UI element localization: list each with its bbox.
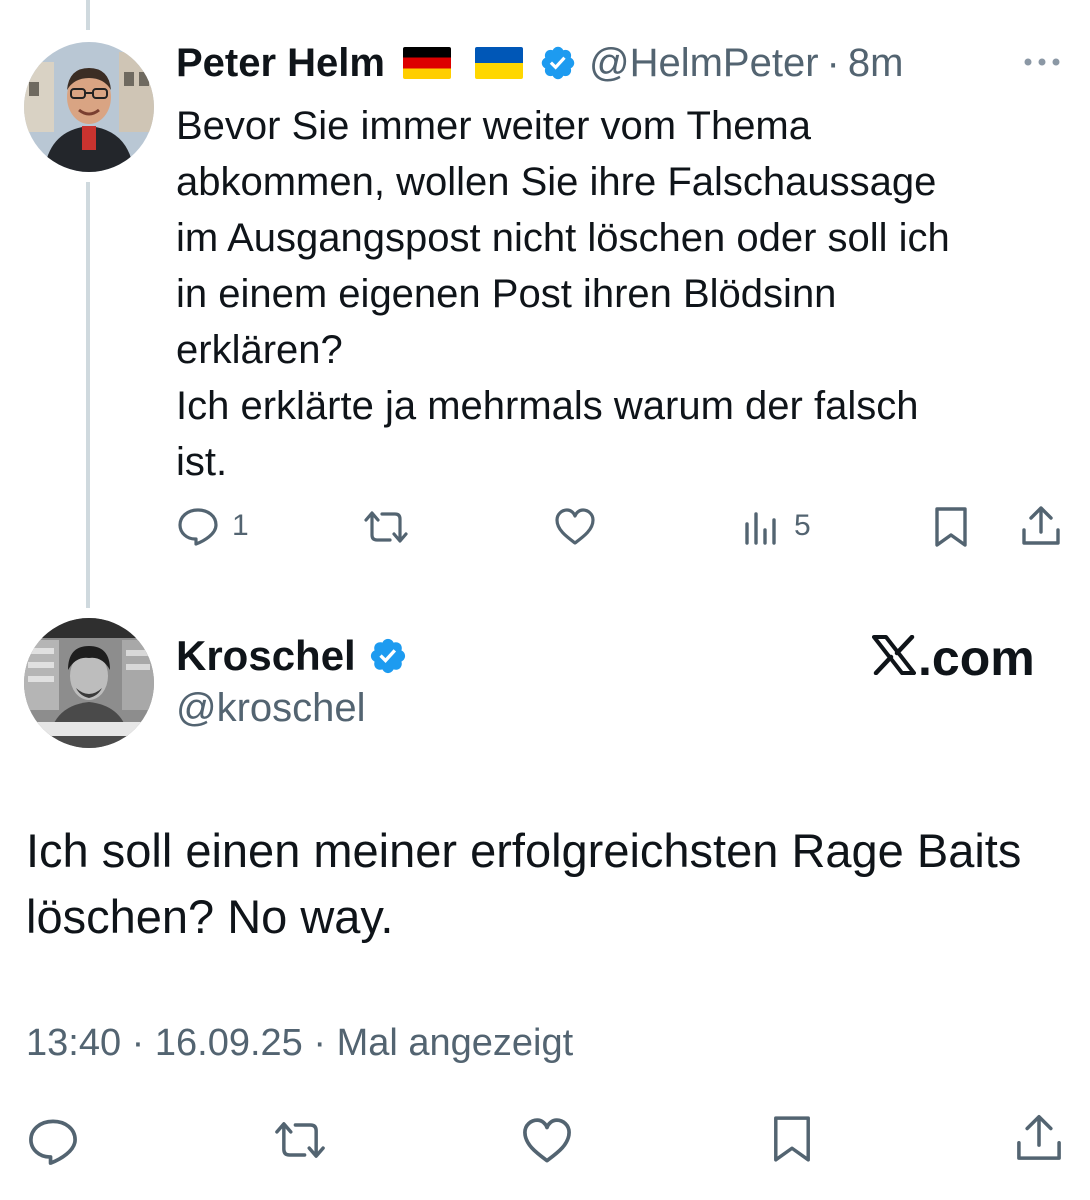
thread-line (86, 182, 90, 608)
ukrainian-flag-icon (474, 47, 523, 79)
like-icon (553, 507, 597, 547)
main-tweet-text: Ich soll einen meiner erfolgreichsten Ra… (26, 818, 1076, 950)
like-icon (520, 1116, 574, 1166)
reply-header: Peter Helm @HelmPeter · 8m (176, 38, 903, 88)
author-name[interactable]: Peter Helm (176, 41, 385, 86)
share-icon (1014, 1112, 1064, 1164)
retweet-button[interactable] (360, 508, 424, 546)
timestamp[interactable]: 8m (848, 41, 904, 86)
views-label: Mal angezeigt (336, 1022, 574, 1064)
retweet-icon (360, 508, 412, 546)
avatar-kroschel[interactable] (24, 618, 154, 748)
views-icon (742, 506, 782, 546)
like-button[interactable] (553, 507, 609, 547)
x-com-watermark: .com (872, 628, 1035, 688)
share-icon (1020, 504, 1062, 548)
more-icon[interactable] (1022, 48, 1062, 76)
thread-line-top (86, 0, 90, 30)
separator-dot: · (313, 1022, 327, 1064)
main-bookmark-button[interactable] (770, 1112, 814, 1166)
reply-count: 1 (232, 509, 249, 542)
reply-button[interactable]: 1 (176, 506, 249, 546)
verified-badge-icon (539, 44, 577, 82)
reply-text-line: in einem eigenen Post ihren Blödsinn (176, 272, 837, 316)
main-like-button[interactable] (520, 1116, 574, 1166)
reply-text-line: abkommen, wollen Sie ihre Falschaussage (176, 160, 937, 204)
views-count: 5 (794, 509, 811, 542)
tweet-meta: 13:40 · 16.09.25 · Mal angezeigt (26, 1022, 573, 1065)
reply-icon (176, 506, 220, 546)
reply-icon (26, 1116, 80, 1166)
verified-badge-icon (368, 636, 408, 676)
author-handle[interactable]: @HelmPeter (589, 41, 819, 86)
main-share-button[interactable] (1014, 1112, 1064, 1164)
german-flag-icon (402, 47, 451, 79)
reply-text-line: Ich erklärte ja mehrmals warum der falsc… (176, 384, 919, 428)
reply-text-line: ist. (176, 440, 228, 484)
reply-text-line: Bevor Sie immer weiter vom Thema (176, 104, 811, 148)
main-reply-button[interactable] (26, 1116, 80, 1166)
x-com-brand-text: .com (918, 630, 1035, 686)
bookmark-button[interactable] (932, 505, 970, 549)
bookmark-icon (770, 1112, 814, 1166)
reply-text-line: im Ausgangspost nicht löschen oder soll … (176, 216, 950, 260)
retweet-icon (270, 1118, 330, 1162)
tweet-time[interactable]: 13:40 (26, 1022, 121, 1064)
tweet-date[interactable]: 16.09.25 (155, 1022, 303, 1064)
x-logo-icon (872, 629, 918, 687)
main-retweet-button[interactable] (270, 1118, 330, 1162)
main-text-line: löschen? No way. (26, 890, 394, 943)
main-author-row: Kroschel (176, 628, 408, 684)
main-text-line: Ich soll einen meiner erfolgreichsten Ra… (26, 824, 1022, 877)
reply-text-line: erklären? (176, 328, 343, 372)
avatar-peter-helm[interactable] (24, 42, 154, 172)
share-button[interactable] (1020, 504, 1062, 548)
separator-dot: · (131, 1022, 145, 1064)
reply-tweet-text: Bevor Sie immer weiter vom Thema abkomme… (176, 98, 1056, 490)
main-author-handle[interactable]: @kroschel (176, 686, 366, 731)
separator-dot: · (826, 40, 840, 85)
main-author-name[interactable]: Kroschel (176, 632, 356, 680)
bookmark-icon (932, 505, 970, 549)
views-button[interactable]: 5 (742, 506, 811, 546)
